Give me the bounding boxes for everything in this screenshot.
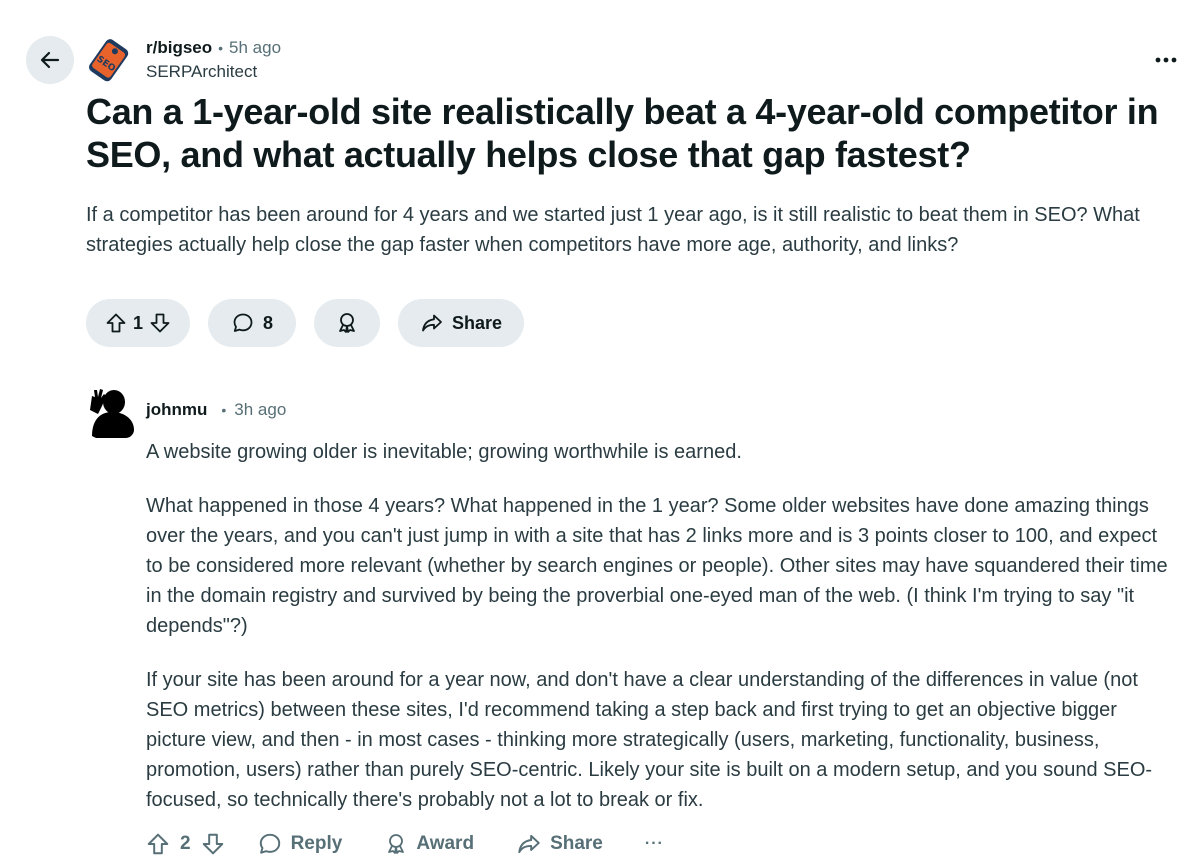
post-action-bar: 1 8 Share [86,299,524,347]
arrow-down-outline-icon [202,833,223,855]
share-button[interactable]: Share [398,299,524,347]
user-silhouette-avatar-icon [90,389,134,438]
comment-time: 3h ago [234,400,287,419]
comment-vote-group: 2 [146,832,225,856]
comment-action-bar: 2 Reply Award Share ··· [146,826,664,862]
comment-upvote-button[interactable] [146,832,170,856]
award-button[interactable]: Award [384,832,474,856]
arrow-up-outline-icon [147,833,169,855]
post-author[interactable]: SERPArchitect [146,62,257,82]
vote-count: 1 [132,312,143,333]
reply-label: Reply [290,833,343,854]
comments-button[interactable]: 8 [208,299,296,347]
arrow-down-outline-icon [150,313,170,333]
share-arrow-icon [518,834,540,854]
subreddit-link[interactable]: r/bigseo [146,38,212,58]
post-title: Can a 1-year-old site realistically beat… [86,91,1159,175]
comment-paragraph: What happened in those 4 years? What hap… [146,495,1168,637]
award-ribbon-icon [388,834,405,854]
share-arrow-icon [422,314,442,332]
comment-downvote-button[interactable] [201,832,225,856]
share-label: Share [550,833,603,854]
comment-author-avatar[interactable] [86,386,136,438]
award-button[interactable] [314,299,380,347]
seo-tag-logo-icon: SEO [89,39,129,82]
subreddit-avatar[interactable]: SEO [86,38,134,82]
award-ribbon-icon [339,313,355,333]
comment-more-button[interactable]: ··· [645,835,664,853]
meta-separator: • [221,402,227,418]
comment-paragraph: If your site has been around for a year … [146,669,1153,811]
share-label: Share [451,312,503,333]
meta-separator: • [218,40,224,56]
downvote-button[interactable] [149,312,171,334]
comment-vote-count: 2 [180,833,191,854]
arrow-up-outline-icon [106,313,126,333]
arrow-left-icon [40,51,60,69]
share-button[interactable]: Share [516,831,603,857]
award-label: Award [416,833,475,854]
ellipsis-icon [1155,57,1177,63]
post-time: 5h ago [229,38,282,57]
ellipsis-icon: ··· [644,835,664,852]
post-body: If a competitor has been around for 4 ye… [86,200,1186,260]
comment-paragraph: A website growing older is inevitable; g… [146,441,742,463]
back-button[interactable] [26,36,74,84]
more-options-button[interactable] [1152,48,1180,72]
comment-count: 8 [262,312,273,333]
vote-pill: 1 [86,299,190,347]
comment-body: A website growing older is inevitable; g… [146,437,1176,815]
post-meta: r/bigseo • 5h ago [146,38,281,58]
reply-button[interactable]: Reply [257,831,343,857]
comment-meta: johnmu • 3h ago [146,400,286,420]
comment-author[interactable]: johnmu [146,400,207,420]
speech-bubble-icon [259,833,280,854]
upvote-button[interactable] [105,312,127,334]
speech-bubble-icon [233,313,253,332]
post-body-paragraph: If a competitor has been around for 4 ye… [86,204,1140,256]
